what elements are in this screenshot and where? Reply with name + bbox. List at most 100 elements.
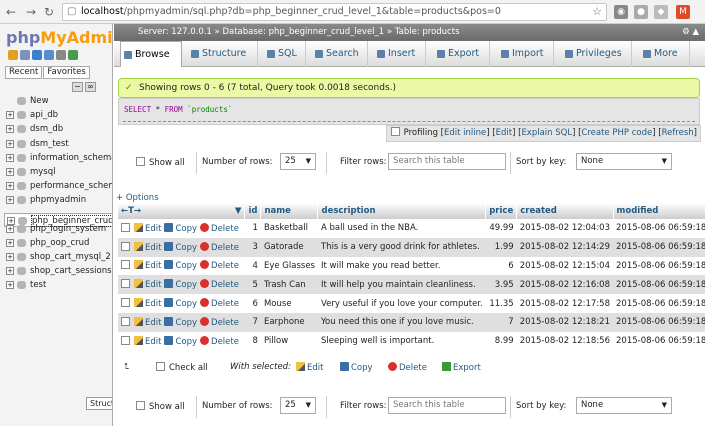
link-with-main-icon[interactable]: ∞ (85, 82, 96, 92)
cell-created[interactable]: 2015-08-02 12:18:21 (516, 312, 613, 332)
logout-icon[interactable] (20, 50, 30, 60)
col-description[interactable]: description (317, 203, 487, 219)
db-tree-label[interactable]: dsm_db (30, 124, 63, 134)
row-edit-button[interactable]: Edit (134, 260, 164, 271)
row-delete-button[interactable]: Delete (200, 279, 242, 290)
db-tree-item[interactable]: + test (4, 278, 112, 292)
db-tree-label[interactable]: phpmyadmin (30, 195, 86, 205)
expand-icon[interactable]: + (6, 253, 14, 262)
row-edit-button[interactable]: Edit (134, 316, 164, 328)
cell-id[interactable]: 4 (244, 256, 261, 276)
db-tree-item[interactable]: + php_login_system (4, 222, 112, 236)
cell-price[interactable]: 3.95 (485, 275, 517, 295)
cell-modified[interactable]: 2015-08-06 06:59:18 (613, 219, 705, 238)
row-copy-button[interactable]: Copy (164, 335, 200, 347)
sql-query-box[interactable]: SELECT * FROM `products` (118, 98, 700, 125)
db-tree-label[interactable]: New (30, 96, 49, 106)
show-all-top[interactable]: Show all (136, 157, 185, 168)
bulk-edit-button[interactable]: Edit (296, 362, 326, 373)
forward-icon[interactable]: → (26, 5, 36, 19)
cell-description[interactable]: A ball used in the NBA. (317, 219, 486, 238)
row-delete-button[interactable]: Delete (200, 222, 242, 234)
cell-id[interactable]: 3 (244, 237, 261, 257)
cell-description[interactable]: Sleeping well is important. (317, 331, 486, 351)
db-tree-label[interactable]: php_oop_crud (30, 238, 89, 248)
cell-id[interactable]: 8 (244, 331, 261, 351)
table-row[interactable]: Edit Copy Delete 7 Earphone You need this one… (118, 312, 705, 332)
db-tree-label[interactable]: shop_cart_sessions (30, 266, 112, 276)
row-checkbox[interactable] (121, 260, 130, 270)
db-tree-label[interactable]: mysql (30, 167, 56, 177)
row-checkbox[interactable] (121, 222, 130, 232)
row-delete-button[interactable]: Delete (200, 298, 242, 309)
collapse-all-icon[interactable]: − (72, 82, 83, 92)
tab-insert[interactable]: Insert (374, 41, 426, 67)
cell-id[interactable]: 5 (244, 275, 261, 295)
breadcrumb-table[interactable]: Table: products (395, 27, 460, 37)
db-tree-item[interactable]: + php_oop_crud (4, 236, 112, 250)
db-tree-label[interactable]: information_schema (30, 153, 112, 163)
edit-link[interactable]: Edit (496, 128, 512, 138)
cell-price[interactable]: 7 (485, 312, 517, 332)
db-tree-label[interactable]: performance_schema (30, 181, 112, 191)
table-row[interactable]: Edit Copy Delete 5 Trash Can It will help you… (118, 275, 705, 295)
db-tree-item[interactable]: + dsm_test (4, 137, 112, 151)
bookmark-star-icon[interactable]: ☆ (592, 4, 602, 20)
cell-name[interactable]: Eye Glasses (260, 256, 318, 276)
expand-icon[interactable]: + (6, 111, 14, 120)
db-tree-label[interactable]: api_db (30, 110, 58, 120)
cell-created[interactable]: 2015-08-02 12:15:04 (516, 256, 613, 276)
tab-browse[interactable]: Browse (120, 41, 182, 67)
col-id[interactable]: id (244, 203, 262, 219)
back-icon[interactable]: ← (6, 5, 16, 19)
cell-created[interactable]: 2015-08-02 12:16:08 (516, 275, 613, 295)
tab-more[interactable]: More (640, 41, 690, 67)
profiling-checkbox[interactable] (390, 127, 400, 136)
tab-recent[interactable]: Recent (5, 66, 43, 79)
row-checkbox[interactable] (121, 316, 130, 326)
tab-export[interactable]: Export (434, 41, 490, 67)
options-link[interactable]: + Options (116, 193, 159, 203)
row-delete-button[interactable]: Delete (200, 260, 242, 271)
expand-icon[interactable]: + (6, 196, 14, 205)
tab-search[interactable]: Search (312, 41, 368, 67)
cell-name[interactable]: Basketball (260, 219, 318, 238)
row-checkbox[interactable] (121, 298, 130, 308)
create-php-code-link[interactable]: Create PHP code (581, 128, 652, 138)
table-row[interactable]: Edit Copy Delete 1 Basketball A ball used in … (118, 219, 705, 238)
expand-icon[interactable]: + (6, 182, 14, 191)
expand-icon[interactable]: + (6, 224, 14, 233)
row-copy-button[interactable]: Copy (164, 260, 200, 271)
db-tree-item[interactable]: + dsm_db (4, 122, 112, 136)
cell-modified[interactable]: 2015-08-06 06:59:18 (613, 237, 705, 257)
db-tree-label[interactable]: shop_cart_mysql_2 (30, 252, 111, 262)
tab-favorites[interactable]: Favorites (43, 66, 90, 79)
row-copy-button[interactable]: Copy (164, 222, 200, 234)
cell-modified[interactable]: 2015-08-06 06:59:18 (613, 312, 705, 332)
db-tree-item[interactable]: New (4, 94, 112, 108)
extension-icon-3[interactable]: M (676, 5, 690, 19)
phpmyadmin-logo[interactable]: phpMyAdmi (6, 28, 112, 47)
cell-id[interactable]: 1 (244, 219, 261, 238)
cell-price[interactable]: 8.99 (485, 331, 517, 351)
expand-icon[interactable]: + (6, 281, 14, 290)
cell-modified[interactable]: 2015-08-06 06:59:18 (613, 275, 705, 295)
cell-id[interactable]: 6 (244, 294, 261, 313)
explain-sql-link[interactable]: Explain SQL (521, 128, 572, 138)
check-all[interactable]: Check all (156, 362, 208, 373)
cell-price[interactable]: 11.35 (485, 294, 517, 313)
cell-name[interactable]: Trash Can (260, 275, 318, 295)
row-copy-button[interactable]: Copy (164, 298, 200, 309)
row-copy-button[interactable]: Copy (164, 316, 200, 328)
row-edit-button[interactable]: Edit (134, 335, 164, 347)
window-controls[interactable]: ⚙ ▲ (682, 24, 699, 41)
cell-created[interactable]: 2015-08-02 12:17:58 (516, 294, 613, 313)
query-window-icon[interactable] (32, 50, 42, 60)
cell-description[interactable]: You need this one if you love music. (317, 312, 486, 332)
row-copy-button[interactable]: Copy (164, 279, 200, 290)
tab-sql[interactable]: SQL (264, 41, 306, 67)
table-row[interactable]: Edit Copy Delete 6 Mouse Very useful if you l… (118, 294, 705, 313)
tab-import[interactable]: Import (498, 41, 554, 67)
expand-icon[interactable]: + (6, 267, 14, 276)
col-price[interactable]: price (485, 203, 518, 219)
